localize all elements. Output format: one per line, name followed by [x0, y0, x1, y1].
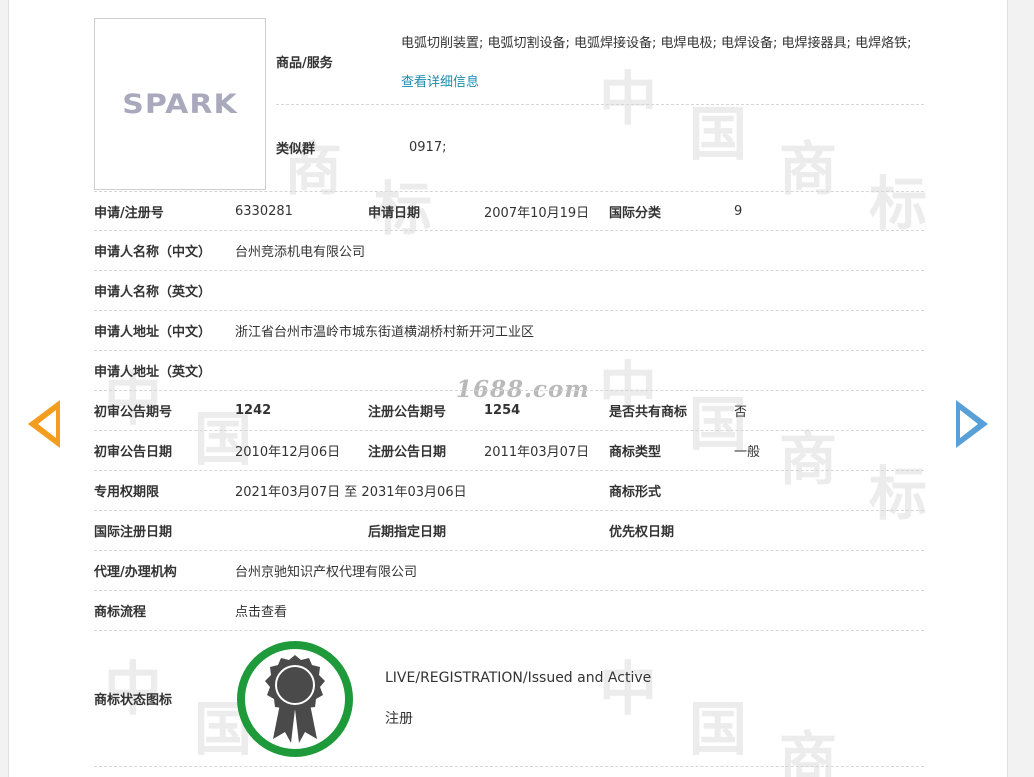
prelim-pub-date-label: 初审公告日期	[94, 445, 173, 460]
intl-reg-date-label: 国际注册日期	[94, 525, 173, 540]
address-cn-label: 申请人地址（中文）	[94, 325, 212, 340]
exclusive-label: 专用权期限	[94, 485, 160, 500]
similar-group-row: 类似群 0917;	[276, 105, 924, 190]
goods-row: 商品/服务 电弧切削装置; 电弧切割设备; 电弧焊接设备; 电焊电极; 电焊设备…	[276, 18, 924, 105]
address-en-label: 申请人地址（英文）	[94, 365, 212, 380]
logo-text: SPARK	[122, 88, 238, 120]
status-text: LIVE/REGISTRATION/Issued and Active 注册	[385, 670, 651, 728]
intl-class-label: 国际分类	[609, 205, 662, 221]
arrow-right-icon[interactable]	[956, 400, 988, 448]
later-date-label: 后期指定日期	[368, 525, 447, 540]
goods-text: 电弧切削装置; 电弧切割设备; 电弧焊接设备; 电焊电极; 电焊设备; 电焊接器…	[401, 36, 912, 51]
arrow-left-icon[interactable]	[28, 400, 60, 448]
info-row: 初审公告日期 2010年12月06日 注册公告日期 2011年03月07日 商标…	[94, 431, 924, 471]
goods-detail-link[interactable]: 查看详细信息	[401, 75, 479, 90]
similar-group-label: 类似群	[276, 142, 316, 157]
prelim-pub-no-label: 初审公告期号	[94, 405, 173, 420]
info-row: 商标流程 点击查看	[94, 591, 924, 631]
info-row: 国际注册日期 后期指定日期 优先权日期	[94, 511, 924, 551]
top-info: 商品/服务 电弧切削装置; 电弧切割设备; 电弧焊接设备; 电焊电极; 电焊设备…	[276, 18, 924, 190]
shared-label: 是否共有商标	[609, 405, 688, 420]
reg-pub-date-value: 2011年03月07日	[484, 445, 590, 460]
apply-date-value: 2007年10月19日	[484, 205, 590, 221]
applicant-en-label: 申请人名称（英文）	[94, 285, 212, 300]
reg-no-value: 6330281	[235, 203, 293, 219]
process-label: 商标流程	[94, 605, 147, 620]
status-en: LIVE/REGISTRATION/Issued and Active	[385, 669, 652, 686]
trademark-logo[interactable]: SPARK	[94, 18, 266, 190]
tm-type-value: 一般	[734, 445, 761, 460]
registered-seal-icon	[235, 639, 355, 759]
intl-class-value: 9	[734, 203, 743, 219]
trademark-info-grid: 申请/注册号 6330281 申请日期 2007年10月19日 国际分类 9 申…	[94, 191, 924, 767]
info-row: 申请人地址（英文）	[94, 351, 924, 391]
priority-date-label: 优先权日期	[609, 525, 675, 540]
process-view-link[interactable]: 点击查看	[235, 601, 287, 620]
status-label: 商标状态图标	[94, 693, 173, 708]
tm-type-label: 商标类型	[609, 445, 662, 460]
tm-form-label: 商标形式	[609, 485, 662, 500]
prelim-pub-no-value: 1242	[235, 403, 272, 418]
apply-date-label: 申请日期	[368, 205, 421, 221]
reg-no-label: 申请/注册号	[94, 205, 164, 221]
info-row: 申请/注册号 6330281 申请日期 2007年10月19日 国际分类 9	[94, 191, 924, 231]
applicant-cn-label: 申请人名称（中文）	[94, 245, 212, 260]
goods-value: 电弧切削装置; 电弧切割设备; 电弧焊接设备; 电焊电极; 电焊设备; 电焊接器…	[401, 18, 924, 104]
reg-pub-no-label: 注册公告期号	[368, 405, 447, 420]
applicant-cn-value: 台州竞添机电有限公司	[235, 245, 366, 260]
reg-pub-date-label: 注册公告日期	[368, 445, 447, 460]
trademark-detail-panel: 中 国 商 标 中 国 商 标 中 国 商 标 中 国 中 国 中 国 商 16…	[8, 0, 1008, 777]
agent-value: 台州京驰知识产权代理有限公司	[235, 565, 418, 580]
status-cn: 注册	[385, 710, 413, 727]
agent-label: 代理/办理机构	[94, 565, 177, 580]
info-row: 申请人名称（英文）	[94, 271, 924, 311]
info-row: 初审公告期号 1242 注册公告期号 1254 是否共有商标 否	[94, 391, 924, 431]
shared-value: 否	[734, 405, 748, 420]
similar-group-value: 0917;	[409, 140, 447, 155]
prelim-pub-date-value: 2010年12月06日	[235, 445, 341, 460]
info-row: 代理/办理机构 台州京驰知识产权代理有限公司	[94, 551, 924, 591]
reg-pub-no-value: 1254	[484, 403, 521, 418]
goods-label: 商品/服务	[276, 55, 333, 71]
status-row: 商标状态图标 LIVE/REGISTRATION/Issued and Acti…	[94, 631, 924, 767]
exclusive-value: 2021年03月07日 至 2031年03月06日	[235, 485, 467, 500]
info-row: 申请人地址（中文） 浙江省台州市温岭市城东街道横湖桥村新开河工业区	[94, 311, 924, 351]
info-row: 申请人名称（中文） 台州竞添机电有限公司	[94, 231, 924, 271]
address-cn-value: 浙江省台州市温岭市城东街道横湖桥村新开河工业区	[235, 325, 535, 340]
info-row: 专用权期限 2021年03月07日 至 2031年03月06日 商标形式	[94, 471, 924, 511]
